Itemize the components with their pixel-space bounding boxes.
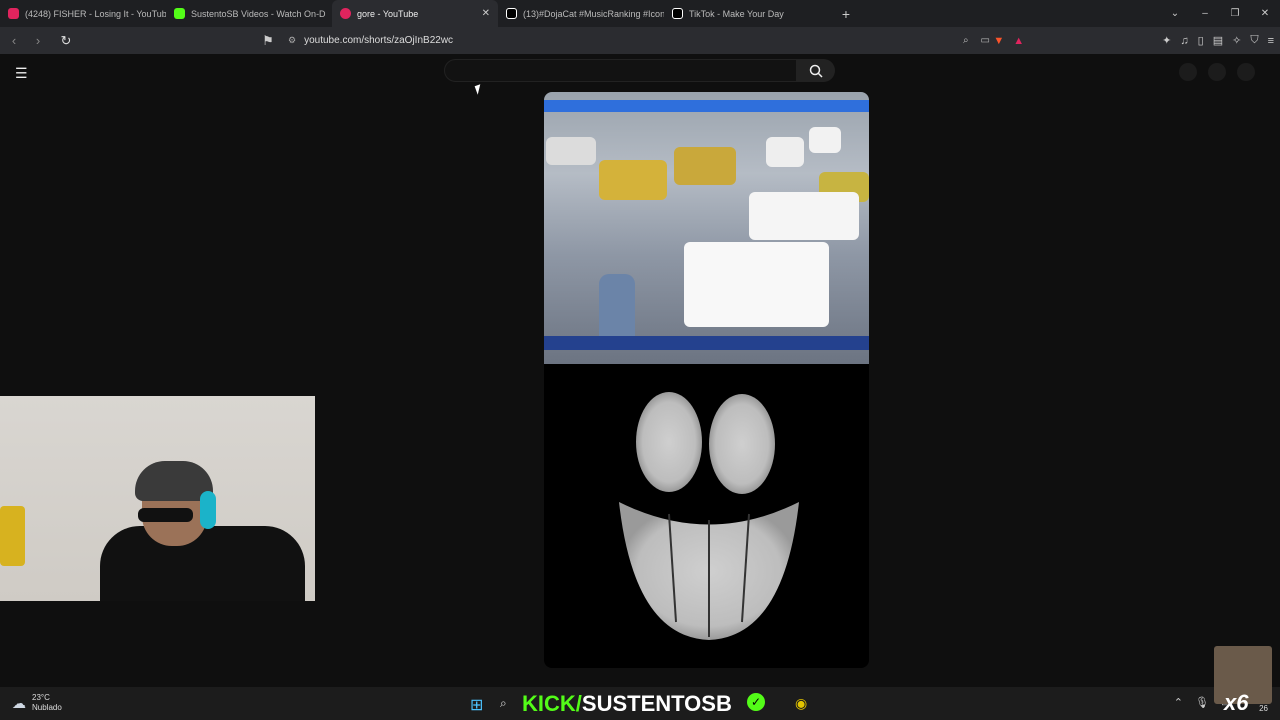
multiplier-badge: x6 [1224, 690, 1249, 715]
window-controls: ⌄ – ❐ ✕ [1160, 0, 1280, 27]
cctv-footage [544, 92, 869, 364]
search-icon[interactable]: ⌕ [500, 696, 507, 711]
cloud-icon: ☁ [12, 695, 26, 711]
weather-condition: Nublado [32, 703, 62, 712]
youtube-icon [8, 8, 19, 19]
cctv-bottom-bar [544, 336, 869, 350]
browser-tab-bar: (4248) FISHER - Losing It - YouTube Sust… [0, 0, 1280, 27]
microphone-icon[interactable]: 🎙︎ [1195, 696, 1209, 709]
browser-toolbar: ‹ › ↻ ⚑ ⚙ youtube.com/shorts/zaOjInB22wc… [0, 27, 1280, 54]
smiley-face-image [619, 392, 799, 640]
reload-icon[interactable]: ↻ [56, 33, 76, 49]
tiktok-icon [672, 8, 683, 19]
webcam-overlay [0, 396, 315, 601]
streamer-shirt [100, 526, 305, 601]
check-icon: ✓ [747, 693, 765, 711]
back-icon[interactable]: ‹ [4, 33, 24, 48]
close-window-button[interactable]: ✕ [1250, 8, 1280, 19]
extensions-area: ▼ ▲ ✦ ♫ ▯ ▤ ✧ ⛉ ≡ [993, 27, 1274, 54]
shorts-video-player[interactable] [544, 92, 869, 668]
temperature: 23°C [32, 693, 50, 702]
search-icon [809, 64, 823, 78]
tiktok-icon [506, 8, 517, 19]
menu-icon[interactable]: ≡ [1268, 35, 1274, 47]
tab-gore[interactable]: gore - YouTube ✕ [332, 0, 498, 27]
car [766, 137, 804, 167]
tab-fisher[interactable]: (4248) FISHER - Losing It - YouTube [0, 0, 166, 27]
avatar[interactable] [1237, 63, 1255, 81]
taxi [599, 160, 667, 200]
minimize-button[interactable]: – [1190, 8, 1220, 19]
media-icon[interactable]: ♫ [1180, 35, 1188, 47]
tab-tiktok[interactable]: TikTok - Make Your Day [664, 0, 830, 27]
clock-fragment: 26 [1259, 704, 1268, 713]
sidebar-icon[interactable]: ▯ [1198, 34, 1204, 47]
cctv-top-bar [544, 100, 869, 112]
site-info-icon[interactable]: ⚙ [288, 35, 296, 46]
tab-title: (4248) FISHER - Losing It - YouTube [25, 8, 166, 19]
restore-button[interactable]: ❐ [1220, 8, 1250, 19]
forward-icon[interactable]: › [28, 33, 48, 48]
car [546, 137, 596, 165]
tab-title: TikTok - Make Your Day [689, 8, 784, 19]
kick-label: KICK/ [522, 691, 582, 716]
chrome-icon[interactable]: ◉ [795, 695, 807, 712]
search-button[interactable] [797, 59, 835, 82]
tab-title: SustentoSB Videos - Watch On-D [191, 8, 326, 19]
brave-shield-icon[interactable]: ▼ [993, 35, 1004, 47]
notifications-icon[interactable] [1208, 63, 1226, 81]
url-text[interactable]: youtube.com/shorts/zaOjInB22wc [304, 35, 453, 46]
address-bar[interactable]: ⚙ youtube.com/shorts/zaOjInB22wc ⌕ ▭ [280, 30, 998, 51]
cast-icon[interactable]: ▭ [981, 35, 990, 46]
tab-sustentosb[interactable]: SustentoSB Videos - Watch On-D [166, 0, 332, 27]
taxi [674, 147, 736, 185]
windows-taskbar: ☁ 23°C Nublado ⊞ ⌕ KICK/SUSTENTOSB ✓ ◉ ⌃… [0, 687, 1280, 720]
wallet-icon[interactable]: ▤ [1213, 34, 1223, 47]
kick-icon [174, 8, 185, 19]
white-suv [749, 192, 859, 240]
weather-widget[interactable]: ☁ 23°C Nublado [12, 693, 62, 713]
youtube-icon [340, 8, 351, 19]
leo-icon[interactable]: ✧ [1232, 34, 1241, 47]
hamburger-icon[interactable]: ☰ [15, 65, 28, 82]
extensions-icon[interactable]: ✦ [1162, 34, 1171, 47]
create-icon[interactable] [1179, 63, 1197, 81]
bookmark-icon[interactable]: ⚑ [258, 33, 278, 49]
person [599, 274, 635, 344]
windows-start-icon[interactable]: ⊞ [470, 695, 483, 715]
chevron-up-icon[interactable]: ⌃ [1174, 696, 1183, 709]
search-input[interactable] [444, 59, 797, 82]
close-tab-icon[interactable]: ✕ [482, 8, 490, 19]
white-van [684, 242, 829, 327]
zoom-icon[interactable]: ⌕ [963, 35, 969, 46]
sunglasses [138, 508, 193, 522]
vpn-icon[interactable]: ⛉ [1250, 34, 1258, 47]
brave-rewards-icon[interactable]: ▲ [1013, 35, 1024, 47]
tab-dojacat[interactable]: (13)#DojaCat #MusicRanking #Iconic [498, 0, 664, 27]
kick-overlay-banner: KICK/SUSTENTOSB [522, 691, 732, 717]
tab-title: (13)#DojaCat #MusicRanking #Iconic [523, 8, 664, 19]
car [809, 127, 841, 153]
new-tab-button[interactable]: + [836, 6, 856, 22]
tab-search-button[interactable]: ⌄ [1160, 8, 1190, 19]
yellow-object [0, 506, 25, 566]
tab-title: gore - YouTube [357, 8, 419, 19]
headphones-icon [200, 491, 216, 529]
channel-name: SUSTENTOSB [581, 691, 732, 716]
